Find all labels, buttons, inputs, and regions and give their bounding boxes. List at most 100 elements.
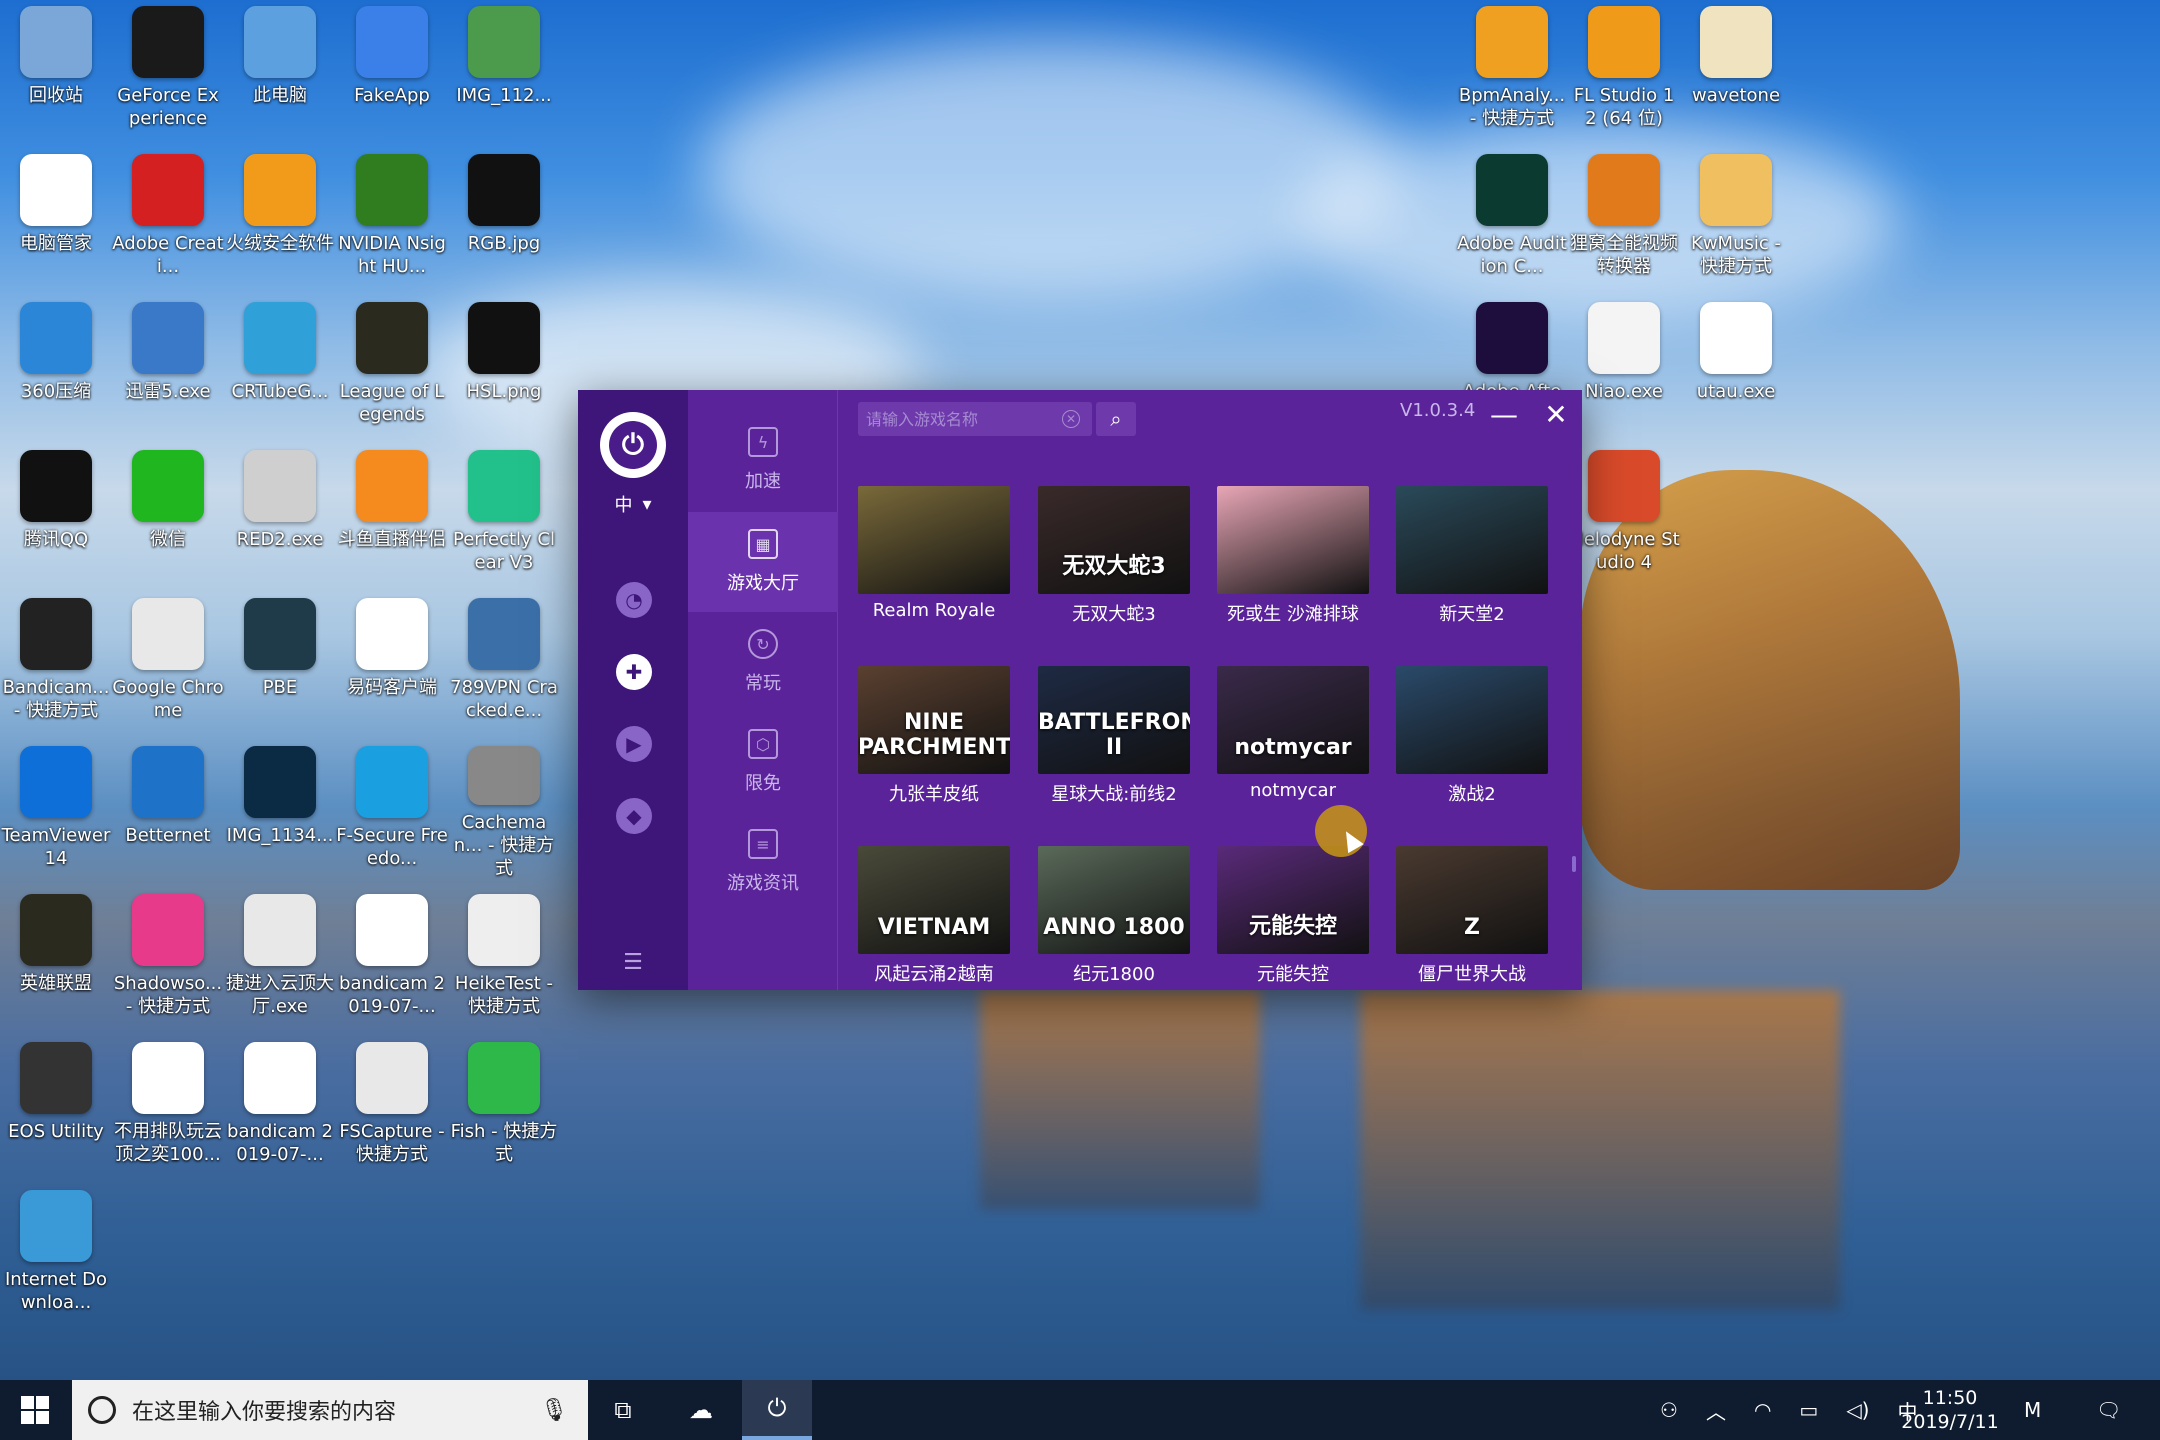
game-card[interactable]: 新天堂2	[1396, 486, 1548, 646]
desktop-icon[interactable]: 腾讯QQ	[0, 444, 112, 584]
desktop-icon[interactable]: 回收站	[0, 0, 112, 140]
desktop-icon-label: FSCapture - 快捷方式	[339, 1121, 445, 1165]
microphone-icon[interactable]: 🎙	[540, 1398, 568, 1423]
desktop-icon[interactable]: 狸窝全能视频转换器	[1568, 148, 1680, 288]
desktop-icon[interactable]: Perfectly Clear V3	[448, 444, 560, 584]
nav-news[interactable]: ≡ 游戏资讯	[688, 812, 838, 912]
scrollbar-thumb[interactable]	[1572, 856, 1576, 872]
taskbar-search-placeholder: 在这里输入你要搜索的内容	[132, 1400, 397, 1425]
nav-frequent[interactable]: ↻ 常玩	[688, 612, 838, 712]
language-selector[interactable]: 中 ▾	[600, 490, 666, 518]
image-icon	[468, 302, 540, 374]
desktop-icon[interactable]: PBE	[224, 592, 336, 732]
app-logo: ⏻	[600, 412, 666, 478]
wifi-icon[interactable]: ◠	[1754, 1398, 1771, 1422]
desktop-icon[interactable]: 电脑管家	[0, 148, 112, 288]
desktop-icon[interactable]: Betternet	[112, 740, 224, 880]
desktop-icon[interactable]: TeamViewer 14	[0, 740, 112, 880]
desktop-icon[interactable]: 捷进入云顶大厅.exe	[224, 888, 336, 1028]
desktop-icon[interactable]: 此电脑	[224, 0, 336, 140]
desktop-icon[interactable]: 迅雷5.exe	[112, 296, 224, 436]
desktop-icon[interactable]: 火绒安全软件	[224, 148, 336, 288]
desktop-icon[interactable]: CRTubeG...	[224, 296, 336, 436]
desktop-icon[interactable]: GeForce Experience	[112, 0, 224, 140]
desktop-icon[interactable]: Melodyne Studio 4	[1568, 444, 1680, 584]
desktop-icon[interactable]: Google Chrome	[112, 592, 224, 732]
clock-icon[interactable]: ◔	[616, 582, 652, 618]
desktop-icon[interactable]: BpmAnaly... - 快捷方式	[1456, 0, 1568, 140]
battery-icon[interactable]: ▭	[1799, 1398, 1818, 1422]
desktop-icon[interactable]: FL Studio 12 (64 位)	[1568, 0, 1680, 140]
close-button[interactable]: ✕	[1538, 396, 1574, 432]
game-search-input[interactable]	[866, 409, 1062, 429]
menu-icon[interactable]: ☰	[618, 950, 648, 975]
game-card[interactable]: 无双大蛇3 无双大蛇3	[1038, 486, 1190, 646]
desktop-icon[interactable]: HeikeTest - 快捷方式	[448, 888, 560, 1028]
desktop-icon[interactable]: Fish - 快捷方式	[448, 1036, 560, 1176]
desktop-icon[interactable]: utau.exe	[1680, 296, 1792, 436]
game-card[interactable]: 死或生 沙滩排球	[1217, 486, 1369, 646]
diamond-icon[interactable]: ◆	[616, 798, 652, 834]
desktop-icon[interactable]: Internet Downloa...	[0, 1184, 112, 1324]
desktop-icon[interactable]: 789VPN Cracked.e...	[448, 592, 560, 732]
desktop-icon[interactable]: KwMusic - 快捷方式	[1680, 148, 1792, 288]
tray-expand-icon[interactable]: ︿	[1706, 1396, 1726, 1425]
pc-manager-icon: M	[2024, 1398, 2042, 1422]
desktop-icon[interactable]: 英雄联盟	[0, 888, 112, 1028]
desktop-icon[interactable]: EOS Utility	[0, 1036, 112, 1176]
desktop-icon[interactable]: Niao.exe	[1568, 296, 1680, 436]
game-card[interactable]: BATTLEFRONT II 星球大战:前线2	[1038, 666, 1190, 826]
minimize-button[interactable]: —	[1486, 396, 1522, 432]
desktop-icon[interactable]: 微信	[112, 444, 224, 584]
game-card[interactable]: 激战2	[1396, 666, 1548, 826]
desktop-icon[interactable]: IMG_112...	[448, 0, 560, 140]
desktop-icon-label: EOS Utility	[8, 1121, 104, 1142]
game-card[interactable]: VIETNAM 风起云涌2越南	[858, 846, 1010, 1006]
volume-icon[interactable]: ◁)	[1846, 1398, 1869, 1422]
nav-free[interactable]: ⬡ 限免	[688, 712, 838, 812]
game-card[interactable]: ANNO 1800 纪元1800	[1038, 846, 1190, 1006]
action-center[interactable]: 🗨	[2096, 1380, 2121, 1440]
nav-game-hall[interactable]: ▦ 游戏大厅	[688, 512, 838, 612]
taskbar-booster-app[interactable]: ⏻	[742, 1380, 812, 1440]
desktop-icon[interactable]: HSL.png	[448, 296, 560, 436]
game-card[interactable]: NINE PARCHMENTS 九张羊皮纸	[858, 666, 1010, 826]
desktop-icon[interactable]: bandicam 2019-07-...	[224, 1036, 336, 1176]
desktop-icon-label: 360压缩	[20, 381, 92, 402]
desktop-icon[interactable]: FakeApp	[336, 0, 448, 140]
video-icon[interactable]: ▶	[616, 726, 652, 762]
desktop-icon[interactable]: Adobe Creati...	[112, 148, 224, 288]
desktop-icon[interactable]: 斗鱼直播伴侣	[336, 444, 448, 584]
desktop-icon[interactable]: 不用排队玩云顶之奕100...	[112, 1036, 224, 1176]
people-icon[interactable]: ⚇	[1660, 1398, 1678, 1422]
desktop-icon[interactable]: bandicam 2019-07-...	[336, 888, 448, 1028]
game-card[interactable]: notmycar notmycar	[1217, 666, 1369, 826]
desktop-icon[interactable]: Shadowso... - 快捷方式	[112, 888, 224, 1028]
taskbar-search[interactable]: 在这里输入你要搜索的内容 🎙	[72, 1380, 588, 1440]
taskbar-cloud-app[interactable]: ☁	[666, 1380, 736, 1440]
start-button[interactable]	[0, 1380, 70, 1440]
game-card[interactable]: Realm Royale	[858, 486, 1010, 646]
nav-accelerate[interactable]: ϟ 加速	[688, 410, 838, 510]
pc-manager-tray[interactable]: M	[2024, 1380, 2041, 1440]
desktop-icon[interactable]: 易码客户端	[336, 592, 448, 732]
clock[interactable]: 11:50 2019/7/11	[1890, 1386, 2010, 1434]
search-button[interactable]: ⌕	[1096, 402, 1136, 436]
clear-search-icon[interactable]: ✕	[1062, 410, 1080, 428]
gamepad-icon[interactable]: ✚	[616, 654, 652, 690]
desktop-icon[interactable]: RGB.jpg	[448, 148, 560, 288]
desktop-icon[interactable]: RED2.exe	[224, 444, 336, 584]
game-card[interactable]: 元能失控 元能失控	[1217, 846, 1369, 1006]
game-card[interactable]: Z 僵尸世界大战	[1396, 846, 1548, 1006]
task-view-button[interactable]: ⧉	[588, 1380, 658, 1440]
desktop-icon[interactable]: League of Legends	[336, 296, 448, 436]
desktop-icon[interactable]: F-Secure Freedo...	[336, 740, 448, 880]
desktop-icon[interactable]: Adobe Audition C...	[1456, 148, 1568, 288]
desktop-icon[interactable]: wavetone	[1680, 0, 1792, 140]
desktop-icon[interactable]: NVIDIA Nsight HU...	[336, 148, 448, 288]
desktop-icon[interactable]: Cacheman... - 快捷方式	[448, 740, 560, 880]
desktop-icon[interactable]: 360压缩	[0, 296, 112, 436]
desktop-icon[interactable]: Bandicam... - 快捷方式	[0, 592, 112, 732]
desktop-icon[interactable]: IMG_1134...	[224, 740, 336, 880]
desktop-icon[interactable]: FSCapture - 快捷方式	[336, 1036, 448, 1176]
